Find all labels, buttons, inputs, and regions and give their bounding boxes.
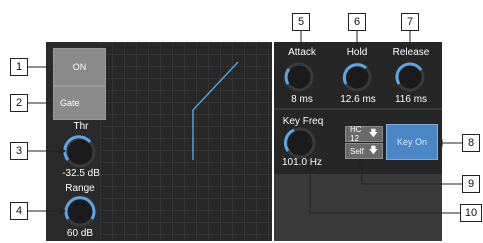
key-freq-value: 101.0 Hz — [281, 157, 323, 168]
attack-value: 8 ms — [291, 94, 313, 105]
on-button[interactable]: ON — [53, 48, 106, 86]
callout-1: 1 — [10, 58, 28, 76]
arrow-down-icon: 🡇 — [368, 128, 378, 138]
range-value: 60 dB — [66, 228, 94, 239]
callout-2: 2 — [10, 94, 28, 112]
key-freq-knob[interactable] — [283, 127, 316, 159]
hold-value: 12.6 ms — [340, 94, 376, 105]
callout-5: 5 — [292, 13, 310, 31]
callout-7: 7 — [401, 13, 419, 31]
release-value: 116 ms — [394, 94, 428, 105]
range-label: Range — [65, 183, 95, 194]
key-on-button[interactable]: Key On — [386, 124, 438, 160]
release-knob[interactable] — [395, 62, 425, 92]
key-filter-select[interactable]: HC 12 🡇 — [345, 125, 383, 143]
callout-4: 4 — [10, 202, 28, 220]
callout-10: 10 — [460, 204, 482, 222]
thr-knob[interactable] — [63, 135, 96, 168]
attack-knob[interactable] — [284, 62, 314, 92]
callout-8: 8 — [462, 134, 480, 152]
hold-knob[interactable] — [342, 62, 372, 92]
callout-3: 3 — [10, 142, 28, 160]
key-on-label: Key On — [396, 137, 427, 147]
thr-label: Thr — [73, 121, 89, 132]
key-filter-label: HC 12 — [350, 125, 362, 143]
arrow-down-icon: 🡇 — [368, 145, 378, 155]
gate-mode-label: Gate — [60, 98, 80, 108]
attack-label: Attack — [288, 47, 316, 58]
key-source-label: Self — [350, 146, 364, 156]
key-freq-label: Key Freq — [282, 116, 324, 127]
callout-6: 6 — [348, 13, 366, 31]
thr-value: -32.5 dB — [62, 168, 100, 179]
range-knob[interactable] — [64, 195, 96, 227]
callout-9: 9 — [462, 175, 480, 193]
key-source-select[interactable]: Self 🡇 — [345, 143, 383, 159]
hold-label: Hold — [346, 47, 368, 58]
chevron-down-icon — [90, 94, 100, 108]
transfer-curve — [192, 61, 239, 160]
release-label: Release — [392, 47, 430, 58]
